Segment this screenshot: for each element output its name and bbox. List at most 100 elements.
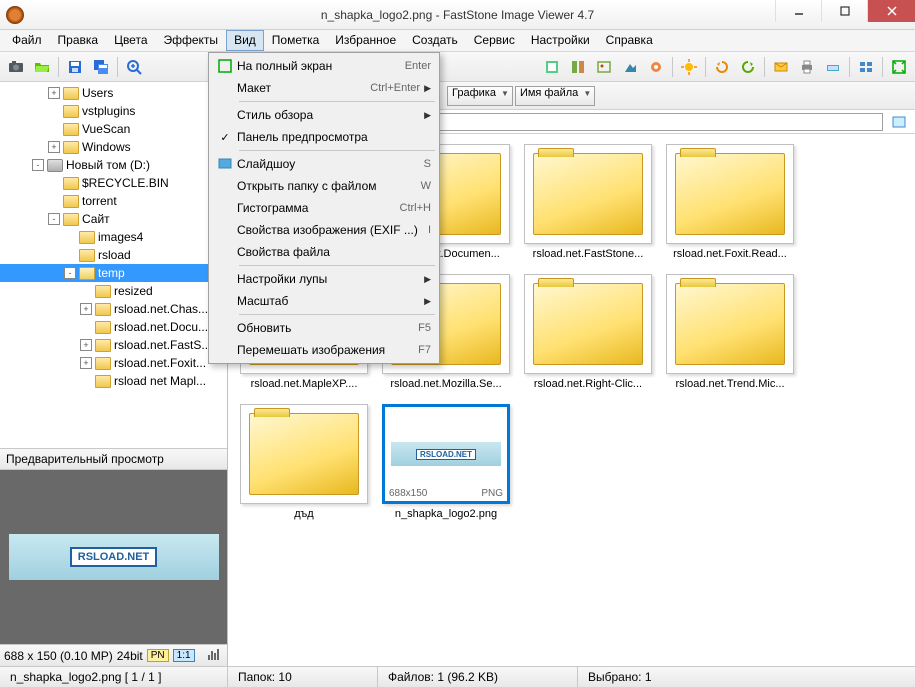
preview-zoom: 1:1 bbox=[173, 649, 195, 662]
thumbnail-label: rsload.net.Trend.Mic... bbox=[666, 378, 794, 390]
sun-icon[interactable] bbox=[677, 55, 701, 79]
menu-настройки[interactable]: Настройки bbox=[523, 30, 598, 51]
preview-bits: 24bit bbox=[117, 649, 143, 663]
status-filename: n_shapka_logo2.png [ 1 / 1 ] bbox=[0, 667, 228, 687]
preview-pane[interactable]: RSLOAD.NET bbox=[0, 470, 227, 644]
scan-icon[interactable] bbox=[821, 55, 845, 79]
menu-сервис[interactable]: Сервис bbox=[466, 30, 523, 51]
mail-icon[interactable] bbox=[769, 55, 793, 79]
tree-item[interactable]: +rsload.net.FastS... bbox=[0, 336, 227, 354]
status-selected: Выбрано: 1 bbox=[578, 667, 915, 687]
thumbnail[interactable]: rsload.net.FastStone... bbox=[524, 144, 652, 260]
menu-item[interactable]: ОбновитьF5 bbox=[211, 317, 437, 339]
thumbnail-label: rsload.net.MapleXP.... bbox=[240, 378, 368, 390]
menu-item[interactable]: СлайдшоуS bbox=[211, 153, 437, 175]
titlebar: n_shapka_logo2.png - FastStone Image Vie… bbox=[0, 0, 915, 30]
tree-item[interactable]: images4 bbox=[0, 228, 227, 246]
menu-item[interactable]: Перемешать изображенияF7 bbox=[211, 339, 437, 361]
tree-item[interactable]: rsload bbox=[0, 246, 227, 264]
app-icon bbox=[6, 6, 24, 24]
tree-item[interactable]: +Users bbox=[0, 84, 227, 102]
path-go-icon[interactable] bbox=[887, 110, 911, 134]
view-menu-dropdown: На полный экранEnterМакетCtrl+Enter▶ Стил… bbox=[208, 52, 440, 364]
tree-item[interactable]: VueScan bbox=[0, 120, 227, 138]
preview-logo-text: RSLOAD.NET bbox=[70, 547, 158, 567]
folder-tree[interactable]: +UsersvstpluginsVueScan+Windows-Новый то… bbox=[0, 82, 227, 448]
tree-item[interactable]: +rsload.net.Foxit... bbox=[0, 354, 227, 372]
menu-создать[interactable]: Создать bbox=[404, 30, 466, 51]
tree-item[interactable]: resized bbox=[0, 282, 227, 300]
tool-icon-3[interactable] bbox=[592, 55, 616, 79]
close-button[interactable] bbox=[867, 0, 915, 22]
menu-вид[interactable]: Вид bbox=[226, 30, 264, 51]
tree-item[interactable]: +rsload.net.Chas... bbox=[0, 300, 227, 318]
thumbnail-label: n_shapka_logo2.png bbox=[382, 508, 510, 520]
tree-item[interactable]: +Windows bbox=[0, 138, 227, 156]
left-panel: +UsersvstpluginsVueScan+Windows-Новый то… bbox=[0, 82, 228, 666]
maximize-button[interactable] bbox=[821, 0, 867, 22]
tree-item[interactable]: rsload.net.Docu... bbox=[0, 318, 227, 336]
save-multi-icon[interactable] bbox=[89, 55, 113, 79]
menu-пометка[interactable]: Пометка bbox=[264, 30, 328, 51]
tree-item[interactable]: vstplugins bbox=[0, 102, 227, 120]
tree-item[interactable]: torrent bbox=[0, 192, 227, 210]
menu-справка[interactable]: Справка bbox=[598, 30, 661, 51]
preview-header: Предварительный просмотр bbox=[0, 448, 227, 470]
filter-combo[interactable]: Графика bbox=[447, 86, 513, 106]
minimize-button[interactable] bbox=[775, 0, 821, 22]
menu-item[interactable]: Свойства файла bbox=[211, 241, 437, 263]
thumbnail-label: rsload.net.FastStone... bbox=[524, 248, 652, 260]
preview-dims: 688 x 150 (0.10 MP) bbox=[4, 649, 113, 663]
menu-item[interactable]: Панель предпросмотра bbox=[211, 126, 437, 148]
histogram-icon[interactable] bbox=[207, 647, 223, 664]
menu-item[interactable]: Свойства изображения (EXIF ...)I bbox=[211, 219, 437, 241]
sort-combo[interactable]: Имя файла bbox=[515, 86, 595, 106]
tree-item[interactable]: -Сайт bbox=[0, 210, 227, 228]
rotate-right-icon[interactable] bbox=[736, 55, 760, 79]
menu-item[interactable]: МакетCtrl+Enter▶ bbox=[211, 77, 437, 99]
thumbnail[interactable]: rsload.net.Right-Clic... bbox=[524, 274, 652, 390]
menu-item[interactable]: Настройки лупы▶ bbox=[211, 268, 437, 290]
thumbnail[interactable]: дъд bbox=[240, 404, 368, 520]
folder-open-icon[interactable] bbox=[30, 55, 54, 79]
save-icon[interactable] bbox=[63, 55, 87, 79]
status-files: Файлов: 1 (96.2 KB) bbox=[378, 667, 578, 687]
menu-файл[interactable]: Файл bbox=[4, 30, 50, 51]
tool-icon-5[interactable] bbox=[644, 55, 668, 79]
tree-item[interactable]: rsload net Mapl... bbox=[0, 372, 227, 390]
tool-icon-4[interactable] bbox=[618, 55, 642, 79]
menu-item[interactable]: Масштаб▶ bbox=[211, 290, 437, 312]
thumbnail-label: дъд bbox=[240, 508, 368, 520]
thumbnail-label: rsload.net.Mozilla.Se... bbox=[382, 378, 510, 390]
menu-item[interactable]: Открыть папку с файломW bbox=[211, 175, 437, 197]
statusbar: n_shapka_logo2.png [ 1 / 1 ] Папок: 10 Ф… bbox=[0, 666, 915, 687]
preview-info-bar: 688 x 150 (0.10 MP) 24bit PN 1:1 bbox=[0, 644, 227, 666]
print-icon[interactable] bbox=[795, 55, 819, 79]
menu-избранное[interactable]: Избранное bbox=[327, 30, 404, 51]
menu-цвета[interactable]: Цвета bbox=[106, 30, 155, 51]
thumbnail[interactable]: RSLOAD.NET688x150PNGn_shapka_logo2.png bbox=[382, 404, 510, 520]
status-folders: Папок: 10 bbox=[228, 667, 378, 687]
camera-icon[interactable] bbox=[4, 55, 28, 79]
tool-icon-1[interactable] bbox=[540, 55, 564, 79]
tool-icon-2[interactable] bbox=[566, 55, 590, 79]
menu-эффекты[interactable]: Эффекты bbox=[156, 30, 227, 51]
fullscreen-icon[interactable] bbox=[887, 55, 911, 79]
menu-item[interactable]: На полный экранEnter bbox=[211, 55, 437, 77]
settings-icon[interactable] bbox=[854, 55, 878, 79]
preview-image: RSLOAD.NET bbox=[9, 534, 219, 580]
menu-item[interactable]: ГистограммаCtrl+H bbox=[211, 197, 437, 219]
tree-item[interactable]: -Новый том (D:) bbox=[0, 156, 227, 174]
thumbnail-label: rsload.net.Right-Clic... bbox=[524, 378, 652, 390]
tree-item[interactable]: $RECYCLE.BIN bbox=[0, 174, 227, 192]
zoom-in-icon[interactable] bbox=[122, 55, 146, 79]
main-toolbar bbox=[0, 52, 915, 82]
menubar: ФайлПравкаЦветаЭффектыВидПометкаИзбранно… bbox=[0, 30, 915, 52]
menu-item[interactable]: Стиль обзора▶ bbox=[211, 104, 437, 126]
rotate-left-icon[interactable] bbox=[710, 55, 734, 79]
tree-item[interactable]: -temp bbox=[0, 264, 227, 282]
thumbnail[interactable]: rsload.net.Foxit.Read... bbox=[666, 144, 794, 260]
menu-правка[interactable]: Правка bbox=[50, 30, 107, 51]
thumbnail[interactable]: rsload.net.Trend.Mic... bbox=[666, 274, 794, 390]
thumbnail-label: rsload.net.Foxit.Read... bbox=[666, 248, 794, 260]
